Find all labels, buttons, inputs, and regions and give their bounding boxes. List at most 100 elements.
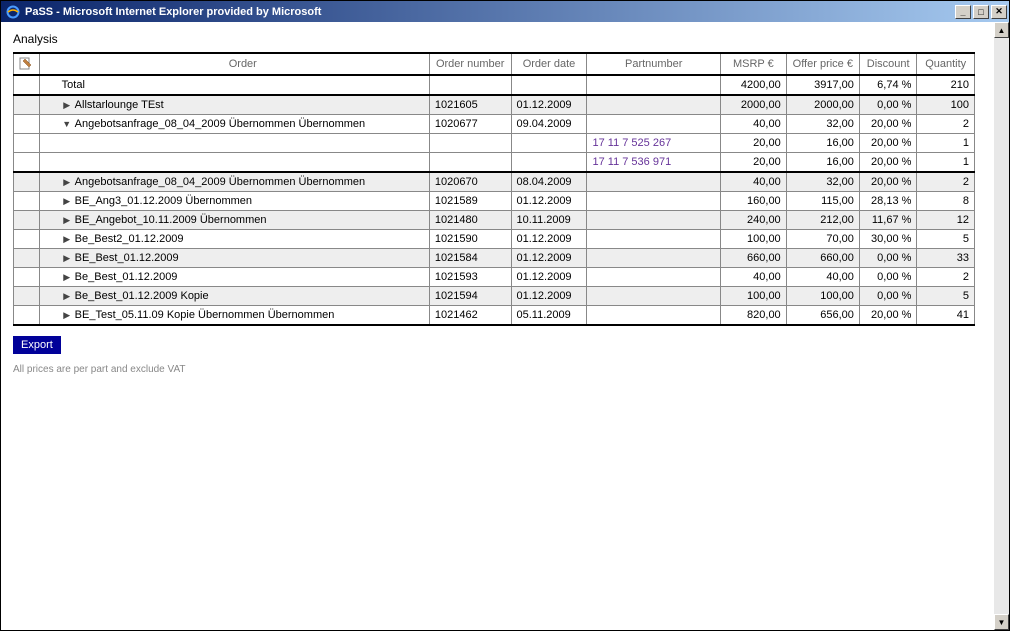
expand-toggle[interactable]: [62, 177, 72, 188]
order-date: 01.12.2009: [511, 192, 587, 211]
order-name: Angebotsanfrage_08_04_2009 Übernommen Üb…: [75, 118, 365, 130]
discount-value: 11,67 %: [859, 211, 917, 230]
msrp-value: 40,00: [720, 115, 786, 134]
window-title: PaSS - Microsoft Internet Explorer provi…: [25, 6, 321, 18]
order-date: 09.04.2009: [511, 115, 587, 134]
part-number: 17 11 7 525 267: [587, 134, 720, 153]
msrp-value: 100,00: [720, 230, 786, 249]
quantity-value: 5: [917, 230, 975, 249]
msrp-value: 40,00: [720, 172, 786, 192]
page-title: Analysis: [13, 32, 983, 46]
order-date: 05.11.2009: [511, 306, 587, 326]
edit-column-header: [14, 53, 40, 75]
order-row: Be_Best_01.12.2009102159301.12.200940,00…: [14, 268, 975, 287]
part-number: [587, 230, 720, 249]
order-row: BE_Best_01.12.2009 102158401.12.2009 660,0…: [14, 249, 975, 268]
quantity-value: 1: [917, 153, 975, 173]
offer-value: 660,00: [786, 249, 859, 268]
order-row: BE_Test_05.11.09 Kopie Übernommen Überno…: [14, 306, 975, 326]
order-name: Allstarlounge TEst: [75, 99, 164, 111]
th-number: Order number: [429, 53, 511, 75]
quantity-value: 33: [917, 249, 975, 268]
msrp-value: 2000,00: [720, 95, 786, 115]
discount-value: 20,00 %: [859, 306, 917, 326]
scroll-track[interactable]: [994, 38, 1009, 614]
order-name: BE_Test_05.11.09 Kopie Übernommen Überno…: [75, 309, 335, 321]
scroll-down-button[interactable]: ▼: [994, 614, 1009, 630]
order-number: 1021480: [429, 211, 511, 230]
expand-toggle[interactable]: [62, 196, 72, 207]
order-date: 01.12.2009: [511, 230, 587, 249]
expand-toggle[interactable]: [62, 253, 72, 264]
offer-value: 32,00: [786, 172, 859, 192]
msrp-value: 20,00: [720, 153, 786, 173]
part-number: [587, 192, 720, 211]
order-number: [429, 134, 511, 153]
total-row: Total4200,003917,006,74 %210: [14, 75, 975, 95]
vertical-scrollbar[interactable]: ▲ ▼: [993, 22, 1009, 630]
th-part: Partnumber: [587, 53, 720, 75]
close-button[interactable]: ✕: [991, 5, 1007, 19]
offer-value: 32,00: [786, 115, 859, 134]
th-offer: Offer price €: [786, 53, 859, 75]
discount-value: 28,13 %: [859, 192, 917, 211]
msrp-value: 40,00: [720, 268, 786, 287]
offer-value: 656,00: [786, 306, 859, 326]
expand-toggle[interactable]: [62, 234, 72, 245]
app-window: PaSS - Microsoft Internet Explorer provi…: [0, 0, 1010, 631]
part-number: [587, 172, 720, 192]
order-name: Be_Best_01.12.2009: [75, 271, 178, 283]
order-row: Be_Best_01.12.2009 Kopie102159401.12.200…: [14, 287, 975, 306]
part-number: [587, 306, 720, 326]
msrp-value: 240,00: [720, 211, 786, 230]
msrp-value: 100,00: [720, 287, 786, 306]
offer-value: 115,00: [786, 192, 859, 211]
order-name: BE_Best_01.12.2009: [75, 252, 179, 264]
expand-toggle[interactable]: [62, 291, 72, 302]
export-button[interactable]: Export: [13, 336, 61, 354]
order-date: [511, 153, 587, 173]
order-name: Be_Best_01.12.2009 Kopie: [75, 290, 209, 302]
quantity-value: 1: [917, 134, 975, 153]
expand-toggle[interactable]: [62, 310, 72, 321]
content-area: Analysis Order Order number Order date P…: [1, 22, 1009, 630]
msrp-value: 660,00: [720, 249, 786, 268]
total-qty: 210: [917, 75, 975, 95]
discount-value: 0,00 %: [859, 249, 917, 268]
discount-value: 0,00 %: [859, 287, 917, 306]
order-name: Be_Best2_01.12.2009: [75, 233, 184, 245]
th-date: Order date: [511, 53, 587, 75]
footnote: All prices are per part and exclude VAT: [13, 364, 983, 375]
order-date: 01.12.2009: [511, 249, 587, 268]
maximize-button[interactable]: □: [973, 5, 989, 19]
discount-value: 20,00 %: [859, 172, 917, 192]
scroll-up-button[interactable]: ▲: [994, 22, 1009, 38]
expand-toggle[interactable]: [62, 119, 72, 129]
order-date: 10.11.2009: [511, 211, 587, 230]
offer-value: 212,00: [786, 211, 859, 230]
order-number: 1020670: [429, 172, 511, 192]
expand-toggle[interactable]: [62, 272, 72, 283]
ie-icon: [5, 4, 21, 20]
order-number: 1021594: [429, 287, 511, 306]
minimize-button[interactable]: _: [955, 5, 971, 19]
order-date: [511, 134, 587, 153]
expand-toggle[interactable]: [62, 100, 72, 111]
offer-value: 70,00: [786, 230, 859, 249]
order-number: 1021605: [429, 95, 511, 115]
order-number: 1021584: [429, 249, 511, 268]
order-row: Angebotsanfrage_08_04_2009 Übernommen Üb…: [14, 115, 975, 134]
analysis-table: Order Order number Order date Partnumber…: [13, 52, 975, 326]
order-number: 1021593: [429, 268, 511, 287]
edit-icon: [19, 57, 33, 71]
msrp-value: 20,00: [720, 134, 786, 153]
expand-toggle[interactable]: [62, 215, 72, 226]
quantity-value: 41: [917, 306, 975, 326]
part-number: [587, 249, 720, 268]
total-label: Total: [39, 75, 429, 95]
order-number: [429, 153, 511, 173]
order-date: 01.12.2009: [511, 95, 587, 115]
quantity-value: 100: [917, 95, 975, 115]
order-number: 1021589: [429, 192, 511, 211]
part-row: 17 11 7 525 26720,0016,0020,00 %1: [14, 134, 975, 153]
